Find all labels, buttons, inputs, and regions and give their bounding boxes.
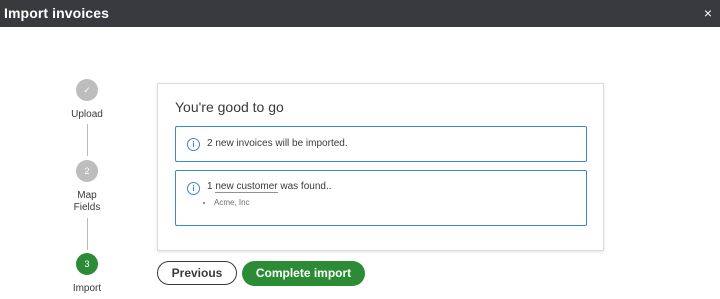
customer-notice-suffix: was found.. <box>277 181 332 192</box>
titlebar: Import invoices × <box>0 0 720 27</box>
step-map-fields-label: Map Fields <box>73 190 101 213</box>
step-upload-check-icon: ✓ <box>76 79 98 101</box>
list-item: Acme, Inc <box>214 198 250 207</box>
stepper-connector-1 <box>87 124 88 156</box>
window-title: Import invoices <box>4 5 109 21</box>
invoices-notice: i 2 new invoices will be imported. <box>175 126 587 162</box>
stepper-connector-2 <box>87 218 88 250</box>
new-customer-link[interactable]: new customer <box>215 181 278 193</box>
invoices-notice-text: 2 new invoices will be imported. <box>207 138 348 149</box>
step-map-fields: 2 Map Fields <box>57 160 117 214</box>
step-upload: ✓ Upload <box>57 79 117 121</box>
info-icon: i <box>187 182 200 195</box>
step-import-label: Import <box>72 283 102 294</box>
card-heading: You're good to go <box>175 99 284 115</box>
customer-notice-text: 1 new customer was found.. <box>207 181 332 193</box>
step-import: 3 Import <box>57 253 117 295</box>
customer-list: Acme, Inc <box>202 198 250 207</box>
close-icon[interactable]: × <box>700 5 716 21</box>
summary-card: You're good to go i 2 new invoices will … <box>157 83 604 251</box>
customer-notice: i 1 new customer was found.. Acme, Inc <box>175 170 587 226</box>
step-import-number: 3 <box>76 253 98 275</box>
info-icon: i <box>187 138 200 151</box>
step-map-fields-number: 2 <box>76 160 98 182</box>
step-upload-label: Upload <box>71 109 103 120</box>
complete-import-button[interactable]: Complete import <box>242 261 365 286</box>
previous-button[interactable]: Previous <box>157 261 237 285</box>
